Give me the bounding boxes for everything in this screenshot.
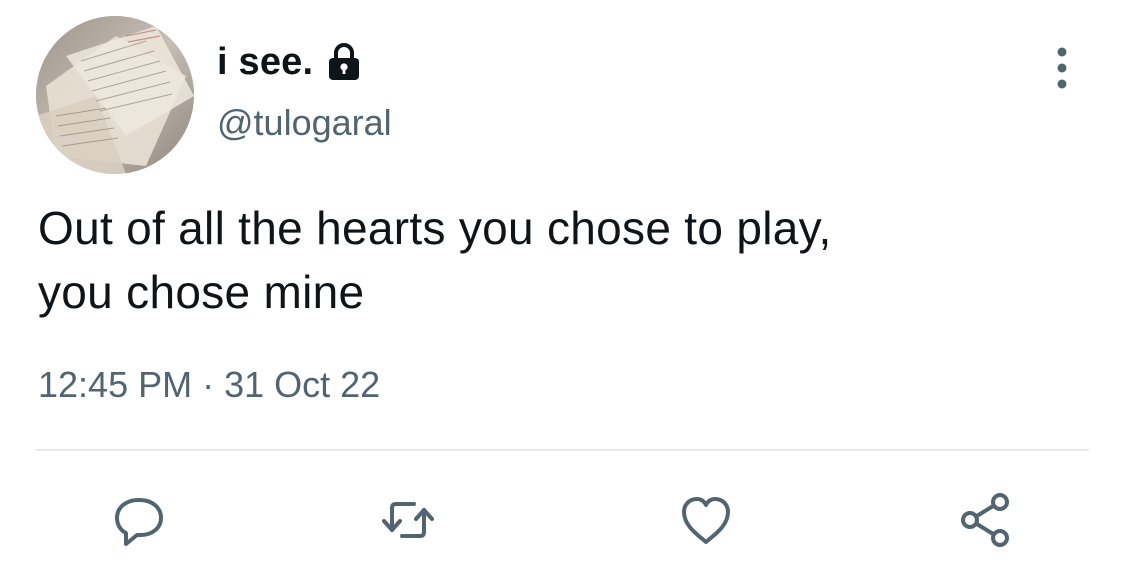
retweet-button[interactable] bbox=[378, 490, 438, 550]
lock-icon bbox=[327, 42, 361, 82]
like-icon bbox=[682, 497, 730, 544]
display-name[interactable]: i see. bbox=[217, 41, 313, 84]
more-options-icon bbox=[1057, 47, 1067, 89]
avatar-photo bbox=[36, 16, 194, 174]
meta-separator: · bbox=[202, 364, 215, 405]
user-handle[interactable]: @tulogaral bbox=[217, 102, 392, 144]
tweet-text: Out of all the hearts you chose to play,… bbox=[38, 196, 1088, 324]
reply-icon bbox=[115, 498, 163, 546]
tweet-timestamp[interactable]: 12:45 PM · 31 Oct 22 bbox=[38, 364, 380, 406]
like-button[interactable] bbox=[676, 490, 736, 550]
reply-button[interactable] bbox=[109, 490, 169, 550]
share-button[interactable] bbox=[956, 490, 1016, 550]
avatar[interactable] bbox=[36, 16, 194, 174]
tweet-text-line: you chose mine bbox=[38, 266, 365, 318]
divider bbox=[36, 449, 1089, 451]
retweet-icon bbox=[382, 502, 434, 538]
share-icon bbox=[961, 493, 1009, 547]
more-options-button[interactable] bbox=[1042, 44, 1082, 92]
name-row: i see. bbox=[217, 38, 361, 86]
tweet-text-line: Out of all the hearts you chose to play, bbox=[38, 202, 832, 254]
tweet-date: 31 Oct 22 bbox=[224, 364, 381, 405]
tweet-time: 12:45 PM bbox=[38, 364, 193, 405]
